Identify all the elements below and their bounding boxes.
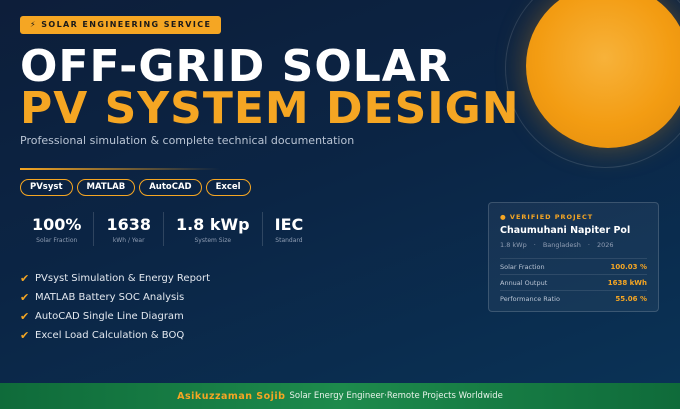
meta-separator: · [587, 241, 590, 249]
card-row: Solar Fraction 100.03 % [500, 258, 647, 274]
author-name: Asikuzzaman Sojib [177, 390, 286, 402]
meta-country: Bangladesh [542, 241, 581, 249]
metric-label: Annual Output [500, 278, 548, 287]
stat-annual-energy: 1638 kWh / Year [94, 212, 164, 246]
tag-excel: Excel [205, 179, 251, 196]
metric-value: 100.03 % [610, 262, 647, 271]
tag-pvsyst: PVsyst [20, 179, 73, 196]
stat-value: 1.8 kWp [175, 214, 250, 234]
checkmark-icon: ✔ [20, 291, 30, 304]
metric-value: 55.06 % [615, 294, 647, 303]
service-badge: ⚡ SOLAR ENGINEERING SERVICE [20, 16, 222, 34]
card-row: Performance Ratio 55.06 % [500, 290, 647, 306]
subtitle: Professional simulation & complete techn… [20, 134, 355, 147]
card-metrics: Solar Fraction 100.03 % Annual Output 16… [500, 258, 647, 306]
stat-solar-fraction: 100% Solar Fraction [20, 212, 95, 246]
checkmark-icon: ✔ [20, 329, 30, 342]
feature-label: Excel Load Calculation & BOQ [35, 330, 185, 341]
stat-value: IEC [274, 214, 304, 234]
list-item: ✔ AutoCAD Single Line Diagram [20, 307, 210, 326]
stats-row: 100% Solar Fraction 1638 kWh / Year 1.8 … [20, 212, 315, 246]
stat-label: Solar Fraction [36, 236, 78, 244]
stat-value: 100% [32, 214, 82, 234]
verified-project-card: ● VERIFIED PROJECT Chaumuhani Napiter Po… [488, 202, 659, 312]
checkmark-icon: ✔ [20, 310, 30, 323]
software-tags: PVsyst MATLAB AutoCAD Excel [20, 179, 251, 196]
stat-system-size: 1.8 kWp System Size [164, 212, 263, 246]
stat-label: Standard [275, 236, 303, 244]
feature-list: ✔ PVsyst Simulation & Energy Report ✔ MA… [20, 269, 210, 345]
feature-label: PVsyst Simulation & Energy Report [35, 273, 211, 284]
meta-separator: · [533, 241, 536, 249]
tag-autocad: AutoCAD [139, 179, 202, 196]
author-tagline: Solar Energy Engineer·Remote Projects Wo… [289, 391, 503, 401]
card-tag: ● VERIFIED PROJECT [500, 213, 594, 221]
list-item: ✔ MATLAB Battery SOC Analysis [20, 288, 210, 307]
stat-value: 1638 [106, 214, 151, 234]
meta-year: 2026 [597, 241, 614, 249]
checkmark-icon: ✔ [20, 272, 30, 285]
metric-label: Performance Ratio [500, 294, 560, 303]
stat-label: kWh / Year [112, 236, 145, 244]
meta-size: 1.8 kWp [500, 241, 527, 249]
stat-label: System Size [194, 236, 232, 244]
metric-label: Solar Fraction [500, 262, 545, 271]
footer-bar: Asikuzzaman Sojib Solar Energy Engineer·… [0, 383, 680, 409]
feature-label: AutoCAD Single Line Diagram [35, 311, 184, 322]
accent-divider [20, 168, 220, 170]
metric-value: 1638 kWh [607, 278, 647, 287]
project-title: Chaumuhani Napiter Pol [500, 225, 631, 236]
project-meta: 1.8 kWp · Bangladesh · 2026 [500, 241, 647, 249]
tag-matlab: MATLAB [76, 179, 136, 196]
feature-label: MATLAB Battery SOC Analysis [35, 292, 185, 303]
list-item: ✔ Excel Load Calculation & BOQ [20, 326, 210, 345]
card-row: Annual Output 1638 kWh [500, 274, 647, 290]
list-item: ✔ PVsyst Simulation & Energy Report [20, 269, 210, 288]
headline-line-2: PV SYSTEM DESIGN [20, 83, 520, 134]
stat-standard: IEC Standard [263, 212, 316, 246]
